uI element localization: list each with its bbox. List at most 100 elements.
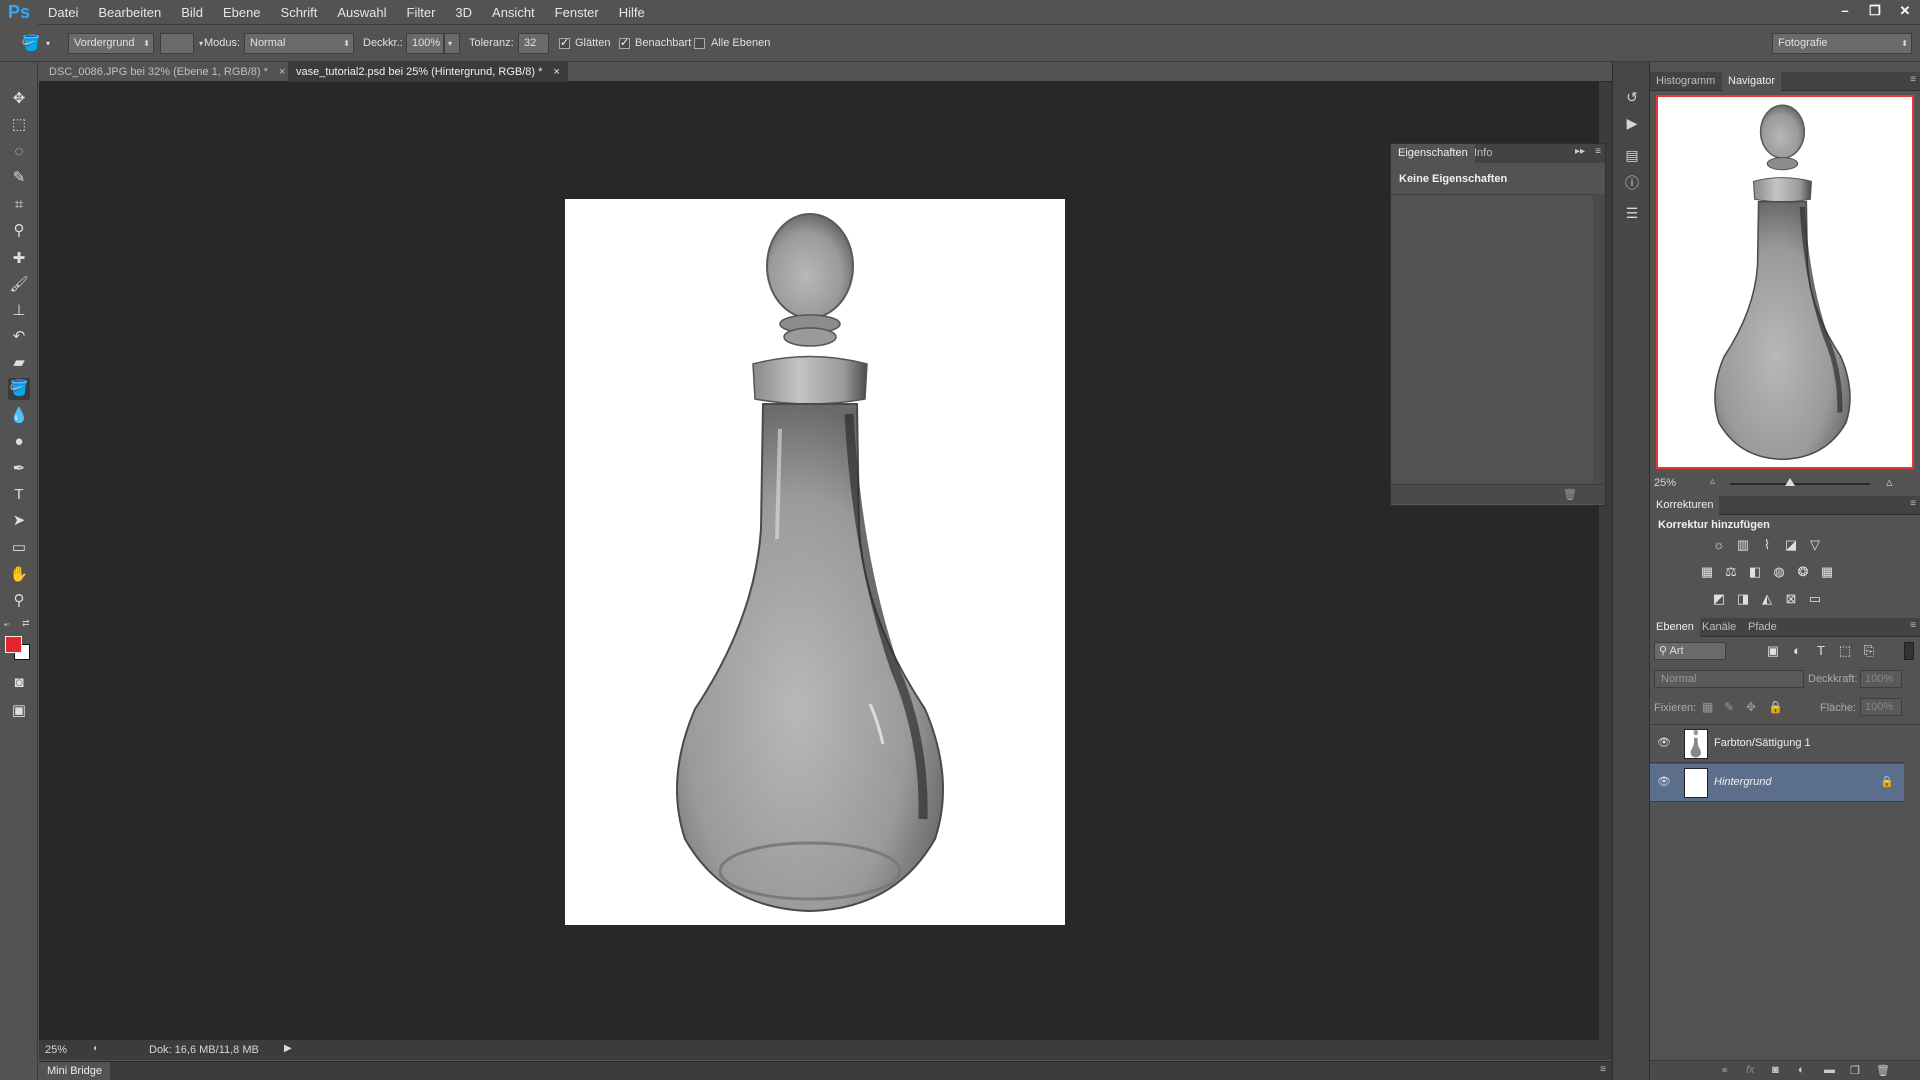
trash-icon[interactable]: 🗑 — [1563, 488, 1577, 501]
tab-pfade[interactable]: Pfade — [1742, 618, 1783, 637]
blur-tool-icon[interactable]: 💧 — [8, 405, 30, 427]
screen-mode-icon[interactable]: ▣ — [8, 700, 30, 722]
panel-menu-icon[interactable]: ≡ — [1910, 620, 1916, 631]
crop-tool-icon[interactable]: ⌗ — [8, 194, 30, 216]
filter-shape-icon[interactable]: ⬚ — [1836, 643, 1854, 659]
contiguous-checkbox[interactable] — [619, 36, 630, 49]
zoom-out-icon[interactable]: ▵ — [1710, 476, 1715, 487]
pattern-picker[interactable]: ▾ — [160, 33, 203, 54]
channel-mixer-icon[interactable]: ❂ — [1794, 564, 1812, 580]
filter-type-icon[interactable]: T — [1812, 643, 1830, 659]
eyedropper-tool-icon[interactable]: ⚲ — [8, 220, 30, 242]
filter-pixel-icon[interactable]: ▣ — [1764, 643, 1782, 659]
paint-bucket-tool-icon[interactable]: 🪣 — [8, 378, 30, 400]
dodge-tool-icon[interactable]: ● — [8, 431, 30, 453]
lock-all-icon[interactable]: 🔒 — [1768, 700, 1783, 714]
healing-brush-tool-icon[interactable]: ✚ — [8, 248, 30, 270]
all-layers-checkbox[interactable] — [694, 38, 705, 49]
eraser-tool-icon[interactable]: ▰ — [8, 352, 30, 374]
layer-row-hue-saturation[interactable]: 👁 Farbton/Sättigung 1 — [1650, 725, 1904, 763]
zoom-slider-track[interactable] — [1730, 483, 1870, 485]
path-selection-tool-icon[interactable]: ➤ — [8, 510, 30, 532]
foreground-color-swatch[interactable] — [5, 636, 22, 653]
photo-filter-icon[interactable]: ◍ — [1770, 564, 1788, 580]
levels-icon[interactable]: ▥ — [1734, 537, 1752, 553]
layer-opacity-input[interactable]: 100% — [1860, 670, 1902, 688]
lock-position-icon[interactable]: ✥ — [1746, 700, 1756, 714]
panel-menu-icon[interactable]: ≡ — [1600, 1064, 1606, 1075]
minimize-icon[interactable]: – — [1830, 0, 1860, 25]
marquee-tool-icon[interactable]: ⬚ — [8, 114, 30, 136]
panel-menu-icon[interactable]: ≡ — [1910, 498, 1916, 509]
opacity-slider-toggle[interactable]: ▾ — [444, 33, 460, 54]
gradient-map-icon[interactable]: ▭ — [1806, 591, 1824, 607]
mode-select[interactable]: Normal ⬍ — [244, 33, 354, 54]
tab-ebenen[interactable]: Ebenen — [1650, 618, 1700, 637]
navigator-preview[interactable] — [1656, 95, 1914, 469]
close-icon[interactable]: ✕ — [1890, 0, 1920, 25]
rectangle-tool-icon[interactable]: ▭ — [8, 537, 30, 559]
status-zoom[interactable]: 25% — [45, 1044, 67, 1056]
hue-saturation-icon[interactable]: ▦ — [1698, 564, 1716, 580]
tab-close-icon[interactable]: × — [553, 66, 559, 78]
info-icon[interactable]: ⓘ — [1621, 172, 1643, 194]
curves-icon[interactable]: ⌇ — [1758, 537, 1776, 553]
delete-layer-icon[interactable]: 🗑 — [1876, 1064, 1890, 1077]
menu-ansicht[interactable]: Ansicht — [482, 0, 545, 25]
tolerance-input[interactable]: 32 — [518, 33, 549, 54]
selective-color-icon[interactable]: ⊠ — [1782, 591, 1800, 607]
quick-selection-tool-icon[interactable]: ✎ — [8, 167, 30, 189]
zoom-slider-thumb[interactable] — [1785, 478, 1795, 486]
smooth-checkbox[interactable] — [559, 36, 570, 49]
hand-tool-icon[interactable]: ✋ — [8, 564, 30, 586]
layer-filter-select[interactable]: ⚲ Art — [1654, 642, 1726, 660]
layer-comps-icon[interactable]: ☰ — [1621, 202, 1643, 224]
vibrance-icon[interactable]: ▽ — [1806, 537, 1824, 553]
threshold-icon[interactable]: ◭ — [1758, 591, 1776, 607]
pen-tool-icon[interactable]: ✒ — [8, 458, 30, 480]
brush-tool-icon[interactable]: 🖌 — [8, 274, 30, 296]
exposure-icon[interactable]: ◪ — [1782, 537, 1800, 553]
menu-fenster[interactable]: Fenster — [545, 0, 609, 25]
eye-icon[interactable]: 👁 — [1656, 736, 1672, 752]
new-adjustment-icon[interactable]: ◐ — [1798, 1064, 1805, 1076]
collapse-icon[interactable]: ▸▸ — [1575, 146, 1585, 157]
filter-adjustment-icon[interactable]: ◐ — [1788, 643, 1806, 659]
menu-hilfe[interactable]: Hilfe — [609, 0, 655, 25]
layer-mask-icon[interactable]: ◙ — [1772, 1064, 1779, 1076]
preset-chevron-down-icon[interactable]: ▾ — [46, 39, 50, 48]
clone-stamp-tool-icon[interactable]: ⊥ — [8, 300, 30, 322]
tab-close-icon[interactable]: × — [279, 66, 285, 78]
lock-transparent-icon[interactable]: ▦ — [1702, 700, 1713, 714]
swap-colors-icon[interactable]: ⇄ — [22, 618, 30, 629]
paint-bucket-preset-icon[interactable]: 🪣 — [20, 33, 42, 55]
eye-icon[interactable]: 👁 — [1656, 775, 1672, 791]
history-brush-tool-icon[interactable]: ↶ — [8, 326, 30, 348]
zoom-tool-icon[interactable]: ⚲ — [8, 590, 30, 612]
brightness-icon[interactable]: ☼ — [1710, 537, 1728, 553]
menu-3d[interactable]: 3D — [445, 0, 482, 25]
move-tool-icon[interactable]: ✥ — [8, 88, 30, 110]
status-preview-icon[interactable]: ◐ — [93, 1043, 99, 1054]
menu-schrift[interactable]: Schrift — [271, 0, 328, 25]
new-layer-icon[interactable]: ❐ — [1850, 1064, 1860, 1077]
color-lookup-icon[interactable]: ▦ — [1818, 564, 1836, 580]
quick-mask-icon[interactable]: ◙ — [8, 672, 30, 694]
menu-bild[interactable]: Bild — [171, 0, 213, 25]
panel-menu-icon[interactable]: ≡ — [1910, 74, 1916, 85]
restore-icon[interactable]: ❐ — [1860, 0, 1890, 25]
link-layers-icon[interactable]: ⚭ — [1720, 1064, 1729, 1077]
properties-scrollbar[interactable] — [1593, 194, 1605, 484]
navigator-zoom-value[interactable]: 25% — [1654, 477, 1676, 489]
status-menu-arrow-icon[interactable]: ▶ — [284, 1043, 292, 1054]
menu-filter[interactable]: Filter — [397, 0, 446, 25]
menu-datei[interactable]: Datei — [38, 0, 88, 25]
tab-navigator[interactable]: Navigator — [1722, 72, 1782, 91]
fill-input[interactable]: 100% — [1860, 698, 1902, 716]
filter-toggle[interactable] — [1904, 642, 1914, 660]
invert-icon[interactable]: ◩ — [1710, 591, 1728, 607]
lock-brush-icon[interactable]: ✎ — [1724, 700, 1734, 714]
layer-style-icon[interactable]: fx — [1746, 1064, 1755, 1076]
menu-bearbeiten[interactable]: Bearbeiten — [88, 0, 171, 25]
panel-menu-icon[interactable]: ≡ — [1595, 146, 1601, 157]
